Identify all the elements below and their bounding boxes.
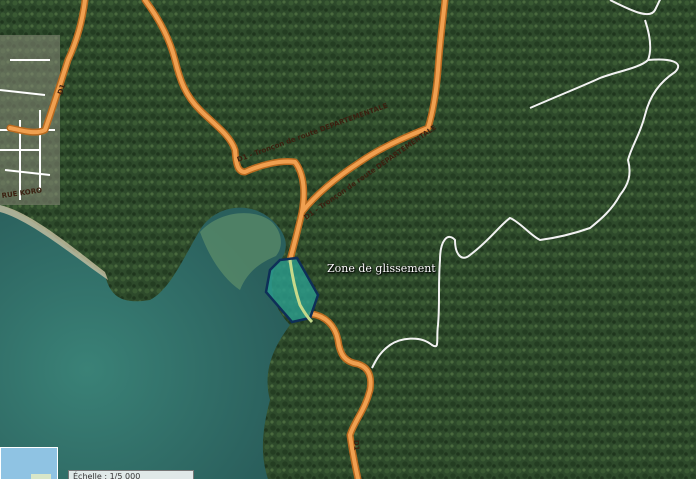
road-label-d1-south: D1 — [352, 440, 360, 451]
map-canvas: D1 D1 - Tronçon de route DEPARTEMENTALE … — [0, 0, 696, 479]
overview-map[interactable] — [0, 447, 58, 479]
overview-land — [31, 474, 51, 479]
scale-indicator: Échelle : 1/5 000 — [68, 470, 194, 479]
map-view[interactable]: D1 D1 - Tronçon de route DEPARTEMENTALE … — [0, 0, 696, 479]
landslide-zone-label: Zone de glissement — [327, 262, 436, 275]
